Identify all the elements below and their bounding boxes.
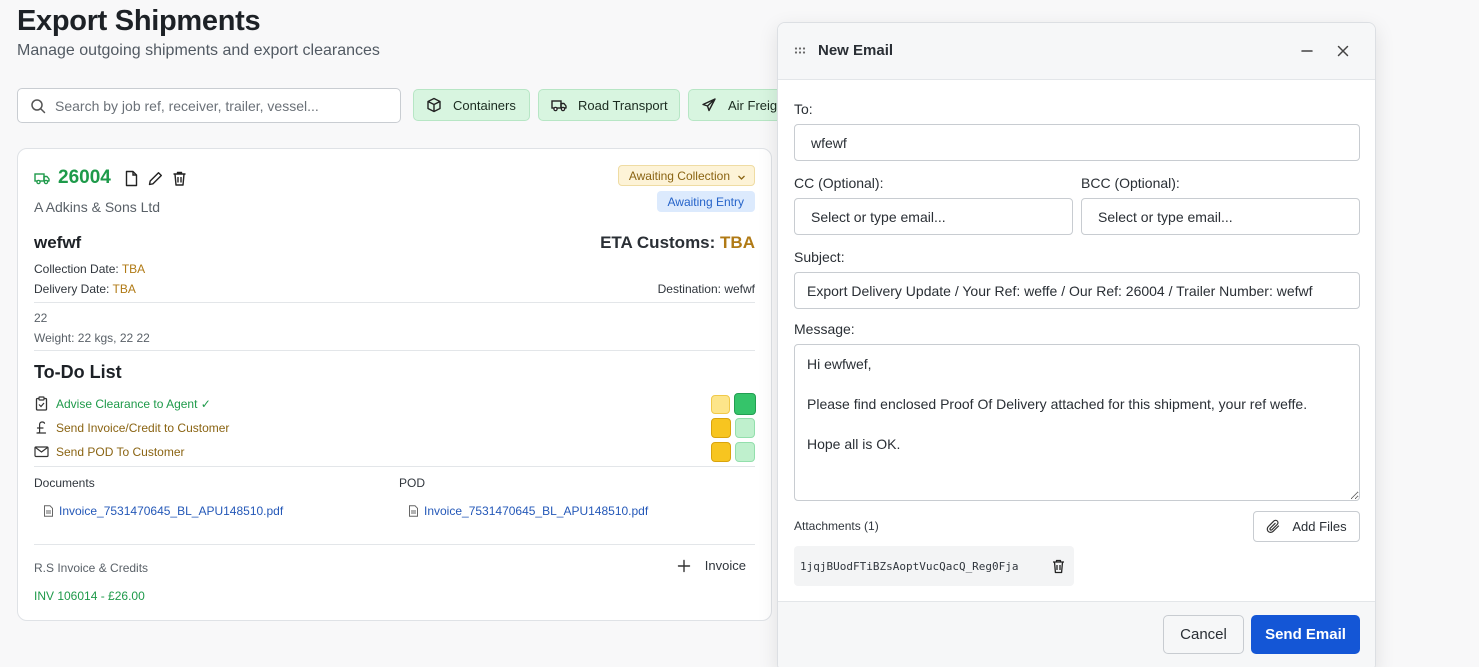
cc-label: CC (Optional):	[794, 175, 884, 191]
email-dialog: New Email To: CC (Optional): BCC (Option…	[777, 22, 1376, 667]
message-field[interactable]: Hi ewfwef, Please find enclosed Proof Of…	[794, 344, 1360, 501]
status-dropdown[interactable]: Awaiting Collection	[617, 165, 755, 186]
mail-icon	[34, 444, 49, 459]
eta-value: TBA	[720, 233, 755, 252]
dialog-header[interactable]: New Email	[778, 23, 1375, 80]
pound-icon	[34, 420, 49, 435]
status-square[interactable]	[711, 395, 730, 414]
subject-label: Subject:	[794, 249, 845, 265]
clipboard-icon	[34, 396, 49, 411]
receiver-name: A Adkins & Sons Ltd	[34, 199, 161, 215]
collection-date: Collection Date: TBA	[34, 262, 145, 276]
attachment-item: 1jqjBUodFTiBZsAoptVucQacQ_Reg0Fja	[794, 546, 1074, 586]
todo-title: To-Do List	[34, 362, 122, 382]
message-label: Message:	[794, 321, 855, 337]
todo-item-send-pod[interactable]: Send POD To Customer	[34, 444, 185, 459]
file-icon	[43, 505, 54, 517]
status-square[interactable]	[735, 418, 755, 438]
quantity: 22	[34, 311, 48, 325]
status-badge: Awaiting Entry	[656, 191, 755, 212]
attachments-label: Attachments (1)	[794, 519, 879, 533]
plane-icon	[701, 97, 717, 113]
drag-handle-icon[interactable]	[794, 46, 808, 56]
to-field[interactable]	[794, 124, 1360, 161]
document-icon[interactable]	[123, 170, 140, 187]
trash-icon[interactable]	[171, 170, 188, 187]
divider	[34, 466, 755, 467]
send-email-button[interactable]: Send Email	[1251, 615, 1360, 654]
pod-link-label: Invoice_7531470645_BL_APU148510.pdf	[424, 504, 649, 518]
status-square[interactable]	[735, 442, 755, 462]
cc-field[interactable]	[794, 198, 1073, 235]
weight: Weight: 22 kgs, 22 22	[34, 331, 150, 345]
plus-icon	[677, 559, 691, 573]
job-row: 26004	[34, 167, 195, 189]
status-square[interactable]	[711, 442, 731, 462]
dialog-title: New Email	[818, 42, 894, 59]
filter-air-freight-label: Air Freight	[728, 97, 777, 113]
document-link[interactable]: Invoice_7531470645_BL_APU148510.pdf	[43, 504, 283, 518]
box-icon	[426, 97, 442, 113]
add-files-label: Add Files	[1292, 519, 1347, 534]
page-title: Export Shipments	[17, 5, 261, 37]
divider	[34, 544, 755, 545]
filter-containers-label: Containers	[453, 97, 516, 113]
search-icon	[30, 98, 46, 114]
pod-link[interactable]: Invoice_7531470645_BL_APU148510.pdf	[408, 504, 648, 518]
documents-label: Documents	[34, 476, 95, 490]
todo-item-send-invoice[interactable]: Send Invoice/Credit to Customer	[34, 420, 229, 435]
pod-label: POD	[399, 476, 426, 490]
file-icon	[408, 505, 419, 517]
delivery-label: Delivery Date:	[34, 282, 110, 296]
todo-item-advise-clearance[interactable]: Advise Clearance to Agent ✓	[34, 396, 211, 411]
to-label: To:	[794, 101, 813, 117]
truck-icon	[551, 97, 567, 113]
add-invoice-label: Invoice	[704, 558, 746, 573]
search-box[interactable]	[17, 88, 401, 123]
document-link-label: Invoice_7531470645_BL_APU148510.pdf	[59, 504, 284, 518]
minimize-icon[interactable]	[1299, 43, 1315, 59]
edit-icon[interactable]	[147, 170, 164, 187]
subject-field[interactable]	[794, 272, 1360, 309]
page-subtitle: Manage outgoing shipments and export cle…	[17, 42, 380, 59]
eta-customs: ETA Customs: TBA	[600, 233, 755, 253]
filter-air-freight[interactable]: Air Freight	[688, 89, 777, 121]
destination: Destination: wefwf	[657, 282, 755, 296]
todo-label: Send POD To Customer	[56, 444, 185, 459]
cancel-button[interactable]: Cancel	[1163, 615, 1244, 654]
bcc-label: BCC (Optional):	[1081, 175, 1180, 191]
delivery-value: TBA	[112, 282, 136, 296]
status-square[interactable]	[711, 418, 731, 438]
close-icon[interactable]	[1335, 43, 1351, 59]
divider	[34, 350, 755, 351]
reference-title: wefwf	[34, 233, 82, 252]
add-invoice-button[interactable]: Invoice	[677, 558, 746, 573]
invoice-item[interactable]: INV 106014 - £26.00	[34, 589, 145, 603]
job-number[interactable]: 26004	[58, 167, 111, 189]
collection-label: Collection Date:	[34, 262, 119, 276]
truck-icon	[34, 170, 50, 186]
dialog-footer: Cancel Send Email	[778, 601, 1375, 667]
status-square[interactable]	[734, 393, 756, 415]
todo-label: Send Invoice/Credit to Customer	[56, 420, 230, 435]
status-label: Awaiting Collection	[628, 168, 730, 183]
divider	[34, 302, 755, 303]
eta-label: ETA Customs:	[600, 233, 716, 252]
filter-containers[interactable]: Containers	[413, 89, 530, 121]
attachment-name: 1jqjBUodFTiBZsAoptVucQacQ_Reg0Fja	[800, 559, 1019, 573]
chevron-down-icon	[737, 171, 746, 180]
filter-road-transport-label: Road Transport	[578, 97, 668, 113]
trash-icon[interactable]	[1051, 558, 1066, 574]
paperclip-icon	[1266, 519, 1281, 534]
search-input[interactable]	[55, 97, 400, 114]
invoices-label: R.S Invoice & Credits	[34, 561, 149, 575]
bcc-field[interactable]	[1081, 198, 1360, 235]
delivery-date: Delivery Date: TBA	[34, 282, 136, 296]
add-files-button[interactable]: Add Files	[1253, 511, 1360, 542]
collection-value: TBA	[121, 262, 146, 276]
shipment-card: 26004 A Adkins & Sons Ltd Awaiting Colle…	[17, 148, 772, 621]
filter-road-transport[interactable]: Road Transport	[538, 89, 680, 121]
todo-label: Advise Clearance to Agent ✓	[56, 396, 211, 411]
